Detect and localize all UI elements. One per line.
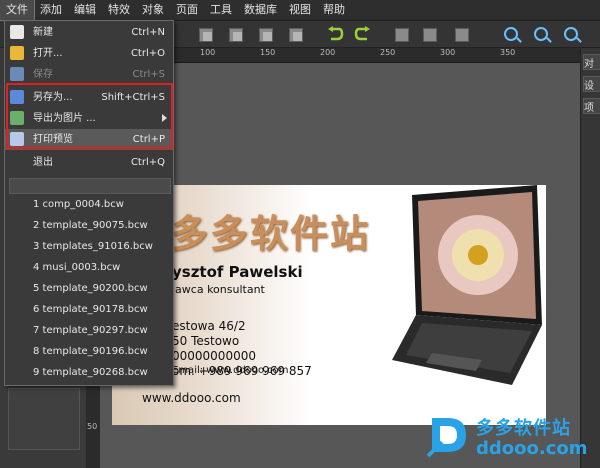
file-menu-separator — [9, 178, 171, 194]
recent-file-label: 6 template_90178.bcw — [33, 304, 148, 315]
file-menu-item-label: 打开... — [33, 48, 63, 59]
recent-file-item[interactable]: 2 template_90075.bcw — [5, 216, 173, 236]
recent-file-item[interactable]: 7 template_90297.bcw — [5, 321, 173, 341]
recent-file-item[interactable]: 9 template_90268.bcw — [5, 363, 173, 383]
card-address-line: 00000000000 — [172, 349, 256, 363]
card-person-name: ysztof Pawelski — [172, 263, 303, 281]
arrange-forward-icon[interactable] — [226, 25, 244, 43]
zoom-fit-icon[interactable] — [502, 25, 520, 43]
recent-file-item[interactable]: 8 template_90196.bcw — [5, 342, 173, 362]
right-panel: 对设项 — [580, 48, 600, 468]
file-menu-item-2: 保存 Ctrl+S — [5, 64, 173, 85]
recent-file-label: 9 template_90268.bcw — [33, 367, 148, 378]
ruler-tick-label: 100 — [200, 48, 216, 57]
recent-file-item[interactable]: 4 musi_0003.bcw — [5, 258, 173, 278]
right-panel-tab[interactable]: 项 — [583, 98, 600, 114]
group-icon[interactable] — [392, 25, 410, 43]
watermark: 多多软件站 ddooo.com — [426, 410, 600, 466]
menu-bar: 文件 添加 编辑 特效 对象 页面 工具 数据库 视图 帮助 — [0, 0, 600, 21]
watermark-en-text: ddooo.com — [476, 438, 588, 459]
right-panel-tab[interactable]: 对 — [583, 54, 600, 70]
menu-9[interactable]: 帮助 — [317, 0, 351, 20]
file-menu-item-label: 保存 — [33, 69, 53, 80]
card-role: lawca konsultant — [172, 283, 265, 296]
ungroup-icon[interactable] — [420, 25, 438, 43]
menu-0[interactable]: 文件 — [0, 0, 35, 21]
folder-open-icon — [10, 46, 24, 60]
file-menu-item-shortcut: Ctrl+N — [131, 27, 165, 38]
menu-6[interactable]: 工具 — [204, 0, 238, 20]
card-email: Email: www.ddooo.com — [172, 365, 289, 376]
file-menu-item-0[interactable]: 新建 Ctrl+N — [5, 22, 173, 43]
ruler-tick-label: 350 — [500, 48, 516, 57]
ruler-tick-label: 150 — [260, 48, 276, 57]
file-menu-item-label: 新建 — [33, 27, 53, 38]
file-menu-item-shortcut: Ctrl+Q — [130, 157, 165, 168]
right-panel-tab[interactable]: 设 — [583, 76, 600, 92]
menu-8[interactable]: 视图 — [283, 0, 317, 20]
recent-file-label: 4 musi_0003.bcw — [33, 262, 121, 273]
file-menu-item-shortcut: Ctrl+O — [130, 48, 165, 59]
watermark-logo-icon — [426, 418, 466, 458]
menu-2[interactable]: 编辑 — [68, 0, 102, 20]
redo-icon[interactable] — [354, 25, 372, 43]
file-menu-item-shortcut: Ctrl+S — [132, 69, 165, 80]
save-icon — [10, 67, 24, 81]
arrange-front-icon[interactable] — [196, 25, 214, 43]
ruler-tick-label: 50 — [87, 422, 98, 431]
card-address-line: 50 Testowo — [172, 334, 240, 348]
arrange-back-icon[interactable] — [286, 25, 304, 43]
menu-7[interactable]: 数据库 — [238, 0, 283, 20]
recent-file-item[interactable]: 5 template_90200.bcw — [5, 279, 173, 299]
laptop-image — [392, 185, 542, 385]
menu-5[interactable]: 页面 — [170, 0, 204, 20]
ruler-tick-label: 200 — [320, 48, 336, 57]
file-menu-item-6[interactable]: 退出 Ctrl+Q — [5, 152, 173, 173]
recent-file-label: 1 comp_0004.bcw — [33, 199, 124, 210]
file-menu-item-label: 退出 — [33, 157, 53, 168]
recent-file-label: 5 template_90200.bcw — [33, 283, 148, 294]
card-address-line: estowa 46/2 — [172, 319, 246, 333]
menu-4[interactable]: 对象 — [136, 0, 170, 20]
zoom-in-icon[interactable] — [532, 25, 550, 43]
ruler-tick-label: 300 — [440, 48, 456, 57]
new-file-icon — [10, 25, 24, 39]
recent-file-item[interactable]: 3 templates_91016.bcw — [5, 237, 173, 257]
recent-file-item[interactable]: 6 template_90178.bcw — [5, 300, 173, 320]
menu-1[interactable]: 添加 — [34, 0, 68, 20]
menu-3[interactable]: 特效 — [102, 0, 136, 20]
left-panel-box — [8, 388, 80, 450]
recent-file-label: 2 template_90075.bcw — [33, 220, 148, 231]
zoom-out-icon[interactable] — [562, 25, 580, 43]
align-icon[interactable] — [452, 25, 470, 43]
recent-file-label: 8 template_90196.bcw — [33, 346, 148, 357]
card-site-name: 多多软件站 — [170, 211, 371, 256]
recent-file-label: 3 templates_91016.bcw — [33, 241, 153, 252]
highlight-annotation-box — [6, 83, 173, 149]
card-website: www.ddooo.com — [142, 391, 241, 405]
file-menu-item-1[interactable]: 打开... Ctrl+O — [5, 43, 173, 64]
arrange-backward-icon[interactable] — [256, 25, 274, 43]
recent-file-label: 7 template_90297.bcw — [33, 325, 148, 336]
recent-file-item[interactable]: 1 comp_0004.bcw — [5, 195, 173, 215]
file-menu-dropdown: 新建 Ctrl+N 打开... Ctrl+O 保存 Ctrl+S 另存为... Shift+C… — [4, 20, 174, 386]
ruler-tick-label: 250 — [380, 48, 396, 57]
undo-icon[interactable] — [326, 25, 344, 43]
business-card[interactable]: 多多软件站 ysztof Pawelski lawca konsultant e… — [112, 185, 546, 425]
watermark-cn-text: 多多软件站 — [476, 418, 571, 439]
